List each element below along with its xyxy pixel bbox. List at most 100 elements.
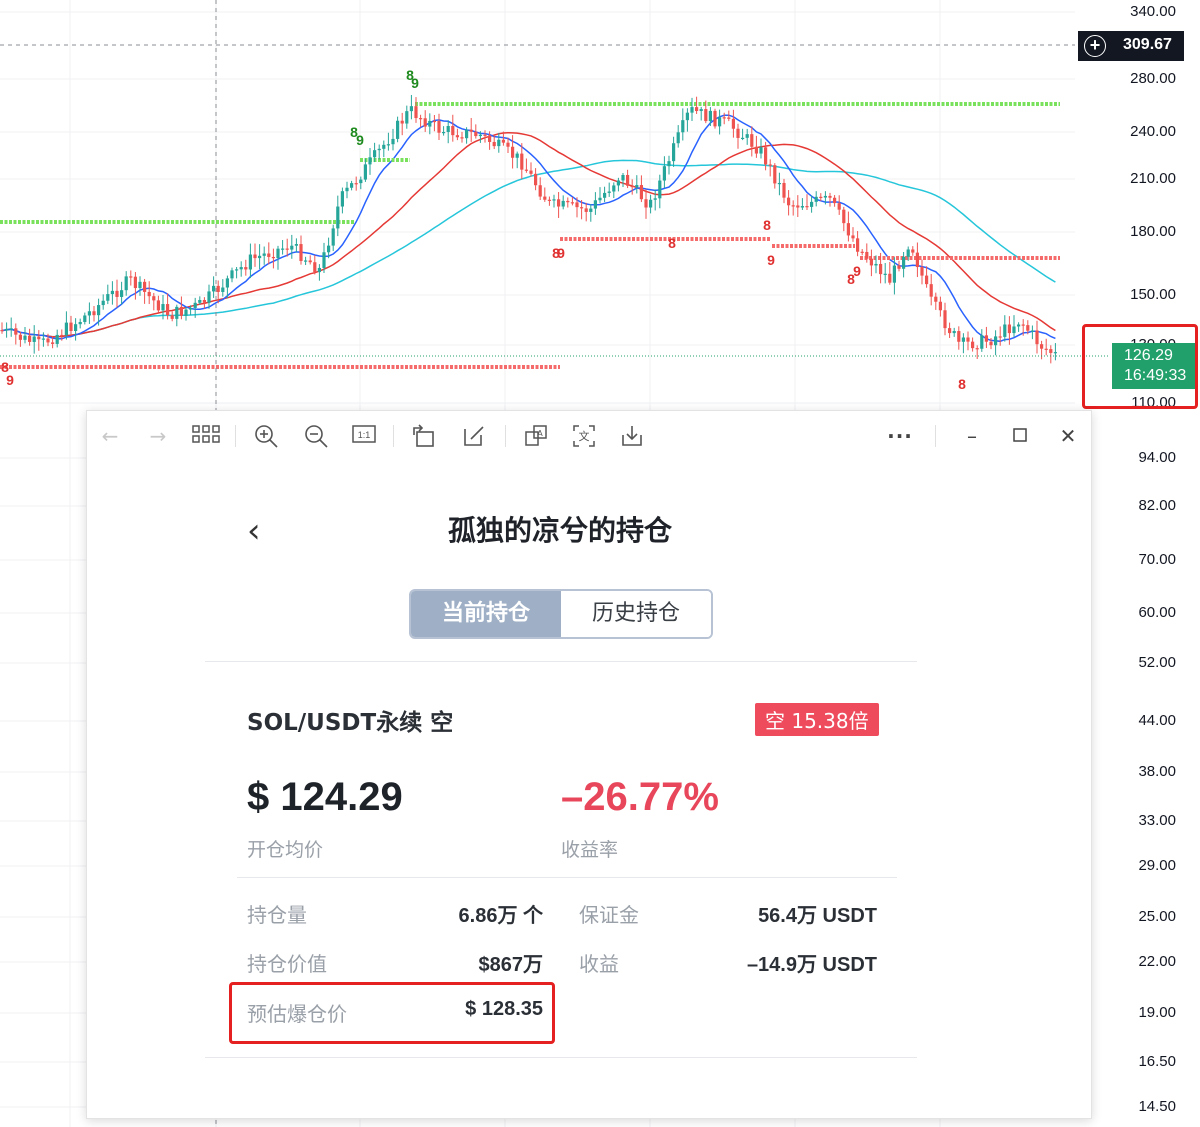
td-marker: 9 <box>853 263 861 279</box>
tab-current-positions[interactable]: 当前持仓 <box>411 591 561 637</box>
candle-body <box>419 118 423 120</box>
pnl-value: –14.9万 USDT <box>746 954 877 976</box>
price-axis-label: 44.00 <box>1138 712 1176 729</box>
candle-body <box>363 164 367 180</box>
candle-body <box>1026 325 1030 331</box>
candle-body <box>331 228 335 246</box>
candle-body <box>345 187 349 192</box>
candle-body <box>971 341 975 349</box>
price-axis-label: 70.00 <box>1138 551 1176 568</box>
candle-body <box>1049 349 1053 353</box>
candle-body <box>506 142 510 147</box>
candle-body <box>51 342 55 344</box>
download-icon[interactable] <box>619 423 645 449</box>
candle-body <box>938 301 942 311</box>
candle-body <box>179 306 183 316</box>
translate-icon[interactable]: A <box>523 423 549 449</box>
maximize-icon[interactable] <box>1007 423 1033 449</box>
candle-body <box>630 185 634 188</box>
candle-body <box>110 290 114 295</box>
candle-body <box>299 244 303 262</box>
zoom-in-icon[interactable] <box>253 423 279 449</box>
candle-body <box>994 336 998 346</box>
candle-body <box>184 309 188 316</box>
toolbar-separator <box>505 425 506 447</box>
viewer-toolbar: ← → 1:1 A 文 ··· – ✕ <box>87 411 1091 461</box>
candle-body <box>175 306 179 319</box>
svg-text:1:1: 1:1 <box>358 430 371 440</box>
candle-body <box>791 205 795 207</box>
candle-body <box>1017 324 1021 327</box>
tab-history-positions[interactable]: 历史持仓 <box>561 591 711 637</box>
close-icon[interactable]: ✕ <box>1055 423 1081 449</box>
td-marker: 9 <box>411 75 419 91</box>
candle-body <box>810 201 814 207</box>
candle-body <box>557 199 561 207</box>
candle-body <box>580 207 584 209</box>
moving-average-lines <box>1 114 1056 343</box>
candle-body <box>708 110 712 122</box>
divider <box>205 1057 917 1058</box>
candle-body <box>777 182 781 185</box>
candle-body <box>166 304 170 316</box>
candle-body <box>37 336 41 340</box>
candle-body <box>828 195 832 198</box>
candle-body <box>800 206 804 208</box>
candle-body <box>221 287 225 292</box>
toolbar-separator <box>235 425 236 447</box>
candle-body <box>465 129 469 139</box>
candle-body <box>865 251 869 259</box>
price-axis-label: 280.00 <box>1130 70 1176 87</box>
candle-body <box>212 285 216 292</box>
candle-body <box>322 252 326 268</box>
candle-body <box>133 276 137 289</box>
margin-label: 保证金 <box>579 903 639 927</box>
candle-body <box>524 169 528 171</box>
candle-body <box>534 173 538 186</box>
candle-body <box>350 183 354 188</box>
arrow-right-icon[interactable]: → <box>145 423 171 449</box>
position-size-value: 6.86万 个 <box>458 905 543 927</box>
candle-body <box>1012 326 1016 334</box>
candle-body <box>74 324 78 332</box>
candle-body <box>966 337 970 342</box>
edit-icon[interactable] <box>461 423 487 449</box>
candle-body <box>589 208 593 212</box>
divider <box>205 661 917 662</box>
candle-body <box>1035 330 1039 345</box>
candle-body <box>14 328 18 335</box>
candle-body <box>584 208 588 212</box>
candle-body <box>676 132 680 144</box>
actual-size-icon[interactable]: 1:1 <box>351 423 377 449</box>
candle-body <box>276 248 280 259</box>
ocr-icon[interactable]: 文 <box>571 423 597 449</box>
zoom-out-icon[interactable] <box>303 423 329 449</box>
arrow-left-icon[interactable]: ← <box>97 423 123 449</box>
more-icon[interactable]: ··· <box>887 423 913 449</box>
candle-body <box>124 276 128 291</box>
candle-body <box>437 121 441 133</box>
ma-fast-line <box>1 114 1056 343</box>
price-axis-label: 60.00 <box>1138 604 1176 621</box>
candle-body <box>929 284 933 297</box>
candle-body <box>672 143 676 162</box>
entry-price-label: 开仓均价 <box>247 839 324 861</box>
candle-body <box>538 185 542 197</box>
crosshair-price: 309.67 <box>1123 36 1172 53</box>
td-marker: 9 <box>356 132 364 148</box>
td-marker: 8 <box>668 235 676 251</box>
candle-body <box>290 245 294 250</box>
candle-body <box>248 254 252 270</box>
grid-icon[interactable] <box>191 423 220 449</box>
candle-body <box>906 249 910 257</box>
candle-body <box>837 203 841 210</box>
plus-circle-icon[interactable]: + <box>1084 35 1106 57</box>
minimize-icon[interactable]: – <box>959 423 985 449</box>
candle-body <box>129 276 133 278</box>
contract-name: SOL/USDT永续 空 <box>247 710 454 736</box>
margin-value: 56.4万 USDT <box>758 905 877 927</box>
rotate-icon[interactable] <box>411 423 437 449</box>
candle-body <box>64 322 68 336</box>
candle-body <box>984 335 988 342</box>
candle-body <box>718 117 722 127</box>
